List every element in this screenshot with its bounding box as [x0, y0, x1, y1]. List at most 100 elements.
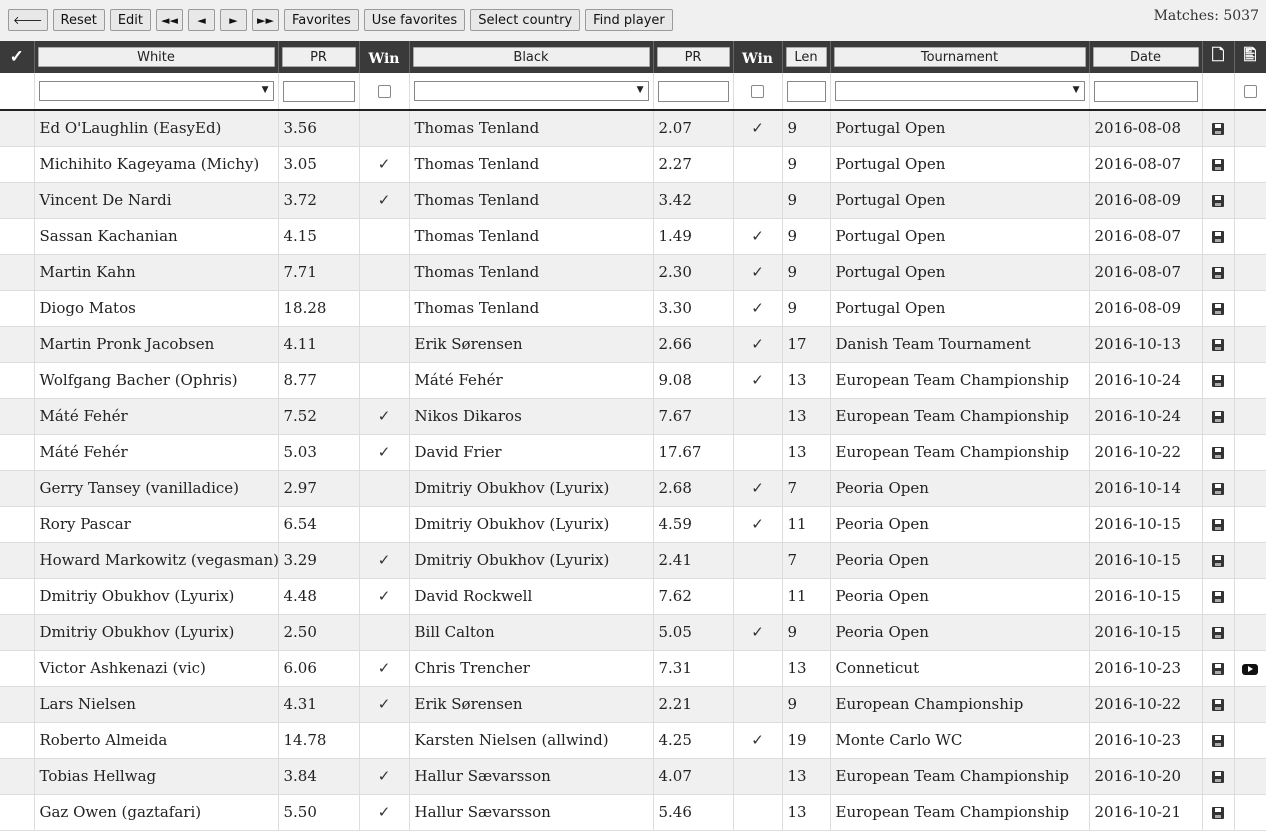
black-player[interactable]: Karsten Nielsen (allwind) — [409, 722, 654, 759]
white-player[interactable]: Rory Pascar — [34, 506, 279, 543]
table-row[interactable]: Dmitriy Obukhov (Lyurix) 4.48 ✓ David Rockw… — [0, 578, 1266, 615]
black-player[interactable]: Bill Calton — [409, 614, 654, 651]
row-select-cell[interactable] — [0, 326, 35, 363]
white-player[interactable]: Sassan Kachanian — [34, 218, 279, 255]
black-player[interactable]: Erik Sørensen — [409, 326, 654, 363]
white-filter-select[interactable] — [38, 81, 274, 101]
white-player[interactable]: Martin Pronk Jacobsen — [34, 326, 279, 363]
download-cell[interactable] — [1202, 650, 1235, 687]
next-page-button[interactable]: ► — [220, 9, 248, 31]
download-cell[interactable] — [1202, 254, 1235, 291]
back-button[interactable]: 🡐 — [8, 9, 48, 31]
row-select-cell[interactable] — [0, 722, 35, 759]
black-player[interactable]: Thomas Tenland — [409, 146, 654, 183]
select-all-header[interactable]: ✓ — [0, 41, 35, 73]
download-cell[interactable] — [1202, 470, 1235, 507]
floppy-disk-icon[interactable] — [1212, 231, 1224, 243]
black-player[interactable]: Dmitriy Obukhov (Lyurix) — [409, 542, 654, 579]
row-select-cell[interactable] — [0, 506, 35, 543]
download-cell[interactable] — [1202, 110, 1235, 147]
row-select-cell[interactable] — [0, 182, 35, 219]
row-select-cell[interactable] — [0, 578, 35, 615]
black-player[interactable]: Hallur Sævarsson — [409, 758, 654, 795]
floppy-disk-icon[interactable] — [1212, 339, 1224, 351]
black-player[interactable]: Thomas Tenland — [409, 290, 654, 327]
black-pr-filter-input[interactable] — [657, 80, 729, 102]
black-player[interactable]: David Frier — [409, 434, 654, 471]
floppy-disk-icon[interactable] — [1212, 447, 1224, 459]
table-row[interactable]: Martin Pronk Jacobsen 4.11 Erik Sørensen 2.… — [0, 326, 1266, 363]
table-row[interactable]: Martin Kahn 7.71 Thomas Tenland 2.30 ✓ 9 Portu… — [0, 254, 1266, 291]
floppy-disk-icon[interactable] — [1212, 735, 1224, 747]
tournament-filter-select[interactable] — [834, 81, 1085, 101]
black-player[interactable]: Nikos Dikaros — [409, 398, 654, 435]
floppy-disk-icon[interactable] — [1212, 483, 1224, 495]
table-row[interactable]: Máté Fehér 5.03 ✓ David Frier 17.67 13 Europea… — [0, 434, 1266, 471]
use-favorites-button[interactable]: Use favorites — [363, 9, 466, 31]
row-select-cell[interactable] — [0, 650, 35, 687]
white-player[interactable]: Victor Ashkenazi (vic) — [34, 650, 279, 687]
len-column-header[interactable]: Len — [785, 47, 827, 67]
row-select-cell[interactable] — [0, 794, 35, 831]
tournament-column-header[interactable]: Tournament — [833, 47, 1086, 67]
find-player-button[interactable]: Find player — [585, 9, 673, 31]
download-cell[interactable] — [1202, 326, 1235, 363]
black-player[interactable]: Dmitriy Obukhov (Lyurix) — [409, 506, 654, 543]
table-row[interactable]: Tobias Hellwag 3.84 ✓ Hallur Sævarsson 4.07 1… — [0, 758, 1266, 795]
black-player[interactable]: Erik Sørensen — [409, 686, 654, 723]
table-row[interactable]: Roberto Almeida 14.78 Karsten Nielsen (all… — [0, 722, 1266, 759]
row-select-cell[interactable] — [0, 758, 35, 795]
row-select-cell[interactable] — [0, 218, 35, 255]
download-cell[interactable] — [1202, 290, 1235, 327]
white-player[interactable]: Martin Kahn — [34, 254, 279, 291]
favorites-button[interactable]: Favorites — [284, 9, 359, 31]
floppy-disk-icon[interactable] — [1212, 303, 1224, 315]
row-select-cell[interactable] — [0, 398, 35, 435]
table-row[interactable]: Michihito Kageyama (Michy) 3.05 ✓ Thomas Te… — [0, 146, 1266, 183]
floppy-disk-icon[interactable] — [1212, 267, 1224, 279]
white-pr-column-header[interactable]: PR — [281, 47, 356, 67]
white-player[interactable]: Roberto Almeida — [34, 722, 279, 759]
black-filter-select[interactable] — [413, 81, 649, 101]
black-player[interactable]: Máté Fehér — [409, 362, 654, 399]
white-player[interactable]: Gaz Owen (gaztafari) — [34, 794, 279, 831]
white-player[interactable]: Ed O'Laughlin (EasyEd) — [34, 110, 279, 147]
table-row[interactable]: Vincent De Nardi 3.72 ✓ Thomas Tenland 3.42 9… — [0, 182, 1266, 219]
floppy-disk-icon[interactable] — [1212, 123, 1224, 136]
download-cell[interactable] — [1202, 794, 1235, 831]
white-player[interactable]: Lars Nielsen — [34, 686, 279, 723]
download-cell[interactable] — [1202, 614, 1235, 651]
download-cell[interactable] — [1202, 722, 1235, 759]
white-player[interactable]: Dmitriy Obukhov (Lyurix) — [34, 614, 279, 651]
row-select-cell[interactable] — [0, 146, 35, 183]
white-player[interactable]: Michihito Kageyama (Michy) — [34, 146, 279, 183]
date-column-header[interactable]: Date — [1092, 47, 1199, 67]
black-player[interactable]: Hallur Sævarsson — [409, 794, 654, 831]
white-player[interactable]: Howard Markowitz (vegasman) — [34, 542, 279, 579]
table-row[interactable]: Wolfgang Bacher (Ophris) 8.77 Máté Fehér 9.… — [0, 362, 1266, 399]
row-select-cell[interactable] — [0, 614, 35, 651]
table-row[interactable]: Howard Markowitz (vegasman) 3.29 ✓ Dmitriy … — [0, 542, 1266, 579]
black-win-filter-checkbox[interactable] — [751, 84, 764, 98]
edit-button[interactable]: Edit — [109, 9, 152, 31]
white-player[interactable]: Wolfgang Bacher (Ophris) — [34, 362, 279, 399]
row-select-cell[interactable] — [0, 542, 35, 579]
black-pr-column-header[interactable]: PR — [656, 47, 730, 67]
floppy-disk-icon[interactable] — [1212, 411, 1224, 423]
date-filter-input[interactable] — [1093, 80, 1198, 102]
black-player[interactable]: Thomas Tenland — [409, 218, 654, 255]
black-column-header[interactable]: Black — [412, 47, 650, 67]
row-select-cell[interactable] — [0, 254, 35, 291]
black-player[interactable]: Thomas Tenland — [409, 110, 654, 147]
download-cell[interactable] — [1202, 758, 1235, 795]
white-player[interactable]: Máté Fehér — [34, 434, 279, 471]
black-player[interactable]: Dmitriy Obukhov (Lyurix) — [409, 470, 654, 507]
floppy-disk-icon[interactable] — [1212, 519, 1224, 531]
video-filter-checkbox[interactable] — [1243, 84, 1257, 98]
table-row[interactable]: Victor Ashkenazi (vic) 6.06 ✓ Chris Trenche… — [0, 650, 1266, 687]
white-player[interactable]: Máté Fehér — [34, 398, 279, 435]
download-cell[interactable] — [1202, 182, 1235, 219]
white-column-header[interactable]: White — [37, 47, 275, 67]
download-cell[interactable] — [1202, 542, 1235, 579]
floppy-disk-icon[interactable] — [1212, 807, 1224, 819]
